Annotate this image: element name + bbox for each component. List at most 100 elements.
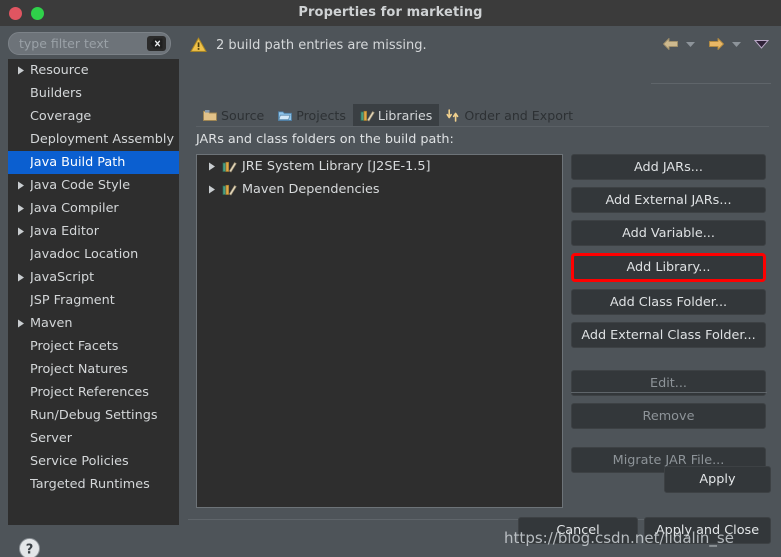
source-folder-icon [203,108,218,122]
sidebar-item-project-facets[interactable]: Project Facets [8,335,179,358]
sidebar-item-coverage[interactable]: Coverage [8,105,179,128]
sidebar-item-label: Java Build Path [30,155,126,170]
sidebar-item-resource[interactable]: Resource [8,59,179,82]
nav-divider [651,83,771,84]
tab-label: Order and Export [464,107,574,123]
sidebar-item-server[interactable]: Server [8,427,179,450]
tab-libraries[interactable]: Libraries [352,104,440,126]
sidebar-item-label: Deployment Assembly [30,132,175,147]
apply-and-close-button[interactable]: Apply and Close [644,517,771,544]
library-actions: Add JARs... Add External JARs... Add Var… [571,154,766,480]
tab-order-and-export[interactable]: Order and Export [439,104,580,126]
sidebar-item-label: Targeted Runtimes [30,477,150,492]
sidebar-item-label: Java Code Style [30,178,131,193]
warning-triangle-icon [190,37,207,53]
sidebar-item-deployment-assembly[interactable]: Deployment Assembly [8,128,179,151]
triangle-down-icon[interactable] [754,39,769,49]
section-label: JARs and class folders on the build path… [196,132,454,147]
settings-sidebar: type filter text Resource Builders Cover… [0,26,180,557]
sidebar-item-label: Service Policies [30,454,129,469]
settings-tree[interactable]: Resource Builders Coverage Deployment As… [8,59,179,525]
sidebar-item-java-build-path[interactable]: Java Build Path [8,151,179,174]
sidebar-item-project-natures[interactable]: Project Natures [8,358,179,381]
add-variable-button[interactable]: Add Variable... [571,220,766,246]
button-column-divider [571,392,767,393]
list-item[interactable]: JRE System Library [J2SE-1.5] [197,155,562,178]
expand-arrow-icon[interactable] [14,174,30,197]
expand-arrow-icon[interactable] [205,155,222,178]
build-path-tabs: Source Projects Libraries Order and Expo… [196,104,580,126]
cancel-button[interactable]: Cancel [518,517,638,544]
list-item[interactable]: Maven Dependencies [197,178,562,201]
clear-x-icon[interactable] [147,36,166,51]
add-jars-button[interactable]: Add JARs... [571,154,766,180]
sidebar-item-label: JSP Fragment [30,293,115,308]
chevron-down-icon[interactable] [685,40,696,48]
library-books-icon [222,160,242,173]
chevron-down-icon[interactable] [731,40,742,48]
sidebar-item-label: Java Editor [30,224,99,239]
sidebar-item-java-editor[interactable]: Java Editor [8,220,179,243]
sidebar-item-targeted-runtimes[interactable]: Targeted Runtimes [8,473,179,496]
filter-placeholder: type filter text [19,36,109,51]
remove-button[interactable]: Remove [571,403,766,429]
title-bar: Properties for marketing [0,0,781,26]
sidebar-item-builders[interactable]: Builders [8,82,179,105]
list-item-label: JRE System Library [J2SE-1.5] [242,159,431,174]
library-books-icon [222,183,242,196]
sidebar-item-label: Maven [30,316,73,331]
sidebar-item-label: Server [30,431,72,446]
sidebar-item-project-references[interactable]: Project References [8,381,179,404]
order-export-arrows-icon [446,108,461,122]
back-arrow-icon[interactable] [662,37,679,51]
sidebar-item-label: Builders [30,86,82,101]
filter-field-wrapper: type filter text [8,32,171,55]
expand-arrow-icon[interactable] [14,59,30,82]
tab-projects[interactable]: Projects [271,104,353,126]
sidebar-item-service-policies[interactable]: Service Policies [8,450,179,473]
sidebar-item-label: Project Facets [30,339,119,354]
expand-arrow-icon[interactable] [205,178,222,201]
add-library-button[interactable]: Add Library... [571,253,766,282]
projects-folder-icon [278,108,293,122]
sidebar-item-javascript[interactable]: JavaScript [8,266,179,289]
expand-arrow-icon[interactable] [14,220,30,243]
sidebar-item-label: JavaScript [30,270,95,285]
libraries-books-icon [360,108,375,122]
properties-dialog: Properties for marketing type filter tex… [0,0,781,557]
add-external-class-folder-button[interactable]: Add External Class Folder... [571,322,766,348]
sidebar-item-java-compiler[interactable]: Java Compiler [8,197,179,220]
add-class-folder-button[interactable]: Add Class Folder... [571,289,766,315]
add-external-jars-button[interactable]: Add External JARs... [571,187,766,213]
list-item-label: Maven Dependencies [242,182,380,197]
sidebar-item-jsp-fragment[interactable]: JSP Fragment [8,289,179,312]
filter-input[interactable]: type filter text [8,32,171,55]
sidebar-item-javadoc-location[interactable]: Javadoc Location [8,243,179,266]
tab-source[interactable]: Source [196,104,271,126]
sidebar-item-run-debug-settings[interactable]: Run/Debug Settings [8,404,179,427]
sidebar-item-label: Javadoc Location [30,247,139,262]
sidebar-item-maven[interactable]: Maven [8,312,179,335]
forward-arrow-icon[interactable] [708,37,725,51]
expand-arrow-icon[interactable] [14,197,30,220]
expand-arrow-icon[interactable] [14,312,30,335]
tab-label: Source [221,107,265,123]
sidebar-item-label: Project Natures [30,362,128,377]
libraries-list[interactable]: JRE System Library [J2SE-1.5] Maven Depe… [196,154,563,508]
tab-divider [196,126,769,127]
apply-button[interactable]: Apply [664,466,771,493]
sidebar-item-label: Coverage [30,109,92,124]
sidebar-item-java-code-style[interactable]: Java Code Style [8,174,179,197]
expand-arrow-icon[interactable] [14,266,30,289]
